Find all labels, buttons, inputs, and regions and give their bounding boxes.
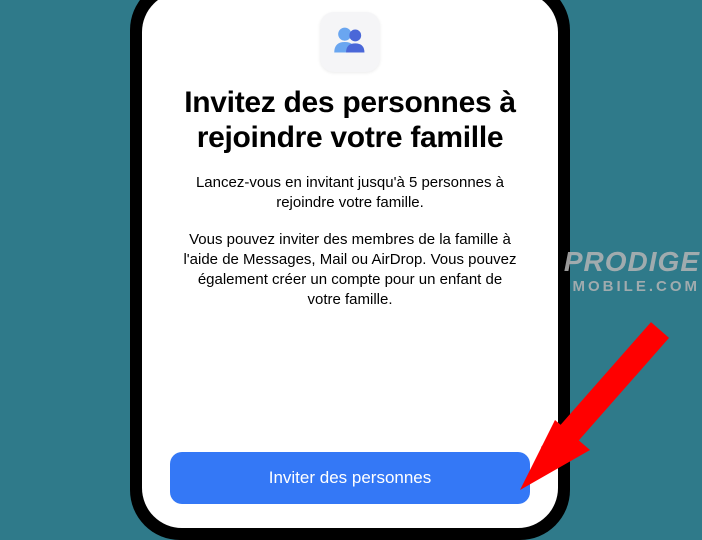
page-title: Invitez des personnes à rejoindre votre … (170, 86, 530, 155)
family-sharing-icon (320, 12, 380, 72)
description-text: Vous pouvez inviter des membres de la fa… (180, 230, 520, 311)
invite-people-button[interactable]: Inviter des personnes (170, 452, 530, 504)
phone-frame: Invitez des personnes à rejoindre votre … (130, 0, 570, 540)
subtitle-text: Lancez-vous en invitant jusqu'à 5 person… (190, 173, 510, 214)
watermark-line1: PRODIGE (564, 246, 700, 278)
watermark: PRODIGE MOBILE.COM (564, 246, 700, 295)
screen: Invitez des personnes à rejoindre votre … (142, 0, 558, 528)
watermark-line2: MOBILE.COM (564, 278, 700, 295)
